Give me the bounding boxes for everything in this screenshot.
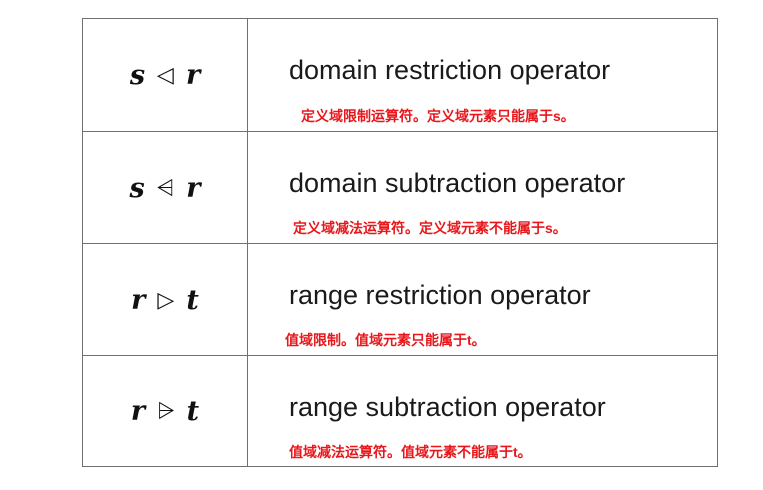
operator-table: s ◁ r domain restriction operator 定义域限制运… xyxy=(82,18,718,467)
symbol-cell: s ⩤ r xyxy=(83,132,248,244)
right-operand: t xyxy=(186,396,200,427)
chinese-annotation: 值域减法运算符。值域元素不能属于t。 xyxy=(289,444,532,460)
chinese-annotation: 定义域减法运算符。定义域元素不能属于s。 xyxy=(293,220,567,236)
right-operand: r xyxy=(185,59,201,91)
operator-description: domain restriction operator xyxy=(289,55,611,85)
left-operand: s xyxy=(129,59,146,91)
table-row: r ▷ t range restriction operator 值域限制。值域… xyxy=(83,243,717,356)
table-row: r ⩥ t range subtraction operator 值域减法运算符… xyxy=(83,355,717,467)
left-operand: s xyxy=(129,172,145,204)
symbol-cell: r ▷ t xyxy=(83,244,248,356)
right-operand: r xyxy=(186,172,201,204)
range-subtraction-symbol: ⩥ xyxy=(157,399,175,424)
symbol-cell: r ⩥ t xyxy=(83,356,248,467)
range-restriction-symbol: ▷ xyxy=(157,287,175,313)
operator-expression: s ◁ r xyxy=(130,60,200,91)
domain-subtraction-symbol: ⩤ xyxy=(156,175,175,201)
chinese-annotation: 值域限制。值域元素只能属于t。 xyxy=(285,332,486,348)
table-row: s ⩤ r domain subtraction operator 定义域减法运… xyxy=(83,131,717,244)
chinese-annotation: 定义域限制运算符。定义域元素只能属于s。 xyxy=(301,108,575,124)
right-operand: t xyxy=(186,284,199,316)
left-operand: r xyxy=(130,396,146,427)
operator-description: range subtraction operator xyxy=(289,392,606,422)
left-operand: r xyxy=(131,284,146,316)
operator-expression: s ⩤ r xyxy=(129,173,200,204)
operator-expression: r ⩥ t xyxy=(131,396,199,427)
symbol-cell: s ◁ r xyxy=(83,19,248,131)
operator-description: range restriction operator xyxy=(289,280,591,310)
operator-description: domain subtraction operator xyxy=(289,168,626,198)
operator-expression: r ▷ t xyxy=(131,285,199,316)
table-row: s ◁ r domain restriction operator 定义域限制运… xyxy=(83,19,717,131)
domain-restriction-symbol: ◁ xyxy=(157,62,174,88)
